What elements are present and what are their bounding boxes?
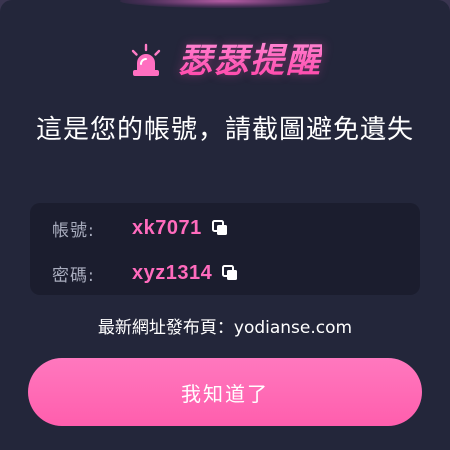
dialog-title: 瑟瑟提醒 <box>178 41 322 81</box>
dialog-header: 瑟瑟提醒 <box>0 40 450 82</box>
password-label: 密碼: <box>52 265 95 286</box>
username-value: xk7071 <box>132 216 202 239</box>
siren-icon <box>131 43 161 76</box>
username-label: 帳號: <box>52 220 95 241</box>
password-row: 密碼: xyz1314 <box>52 260 238 286</box>
screenshot-reminder-message: 這是您的帳號，請截圖避免遺失 <box>35 115 414 145</box>
confirm-button[interactable]: 我知道了 <box>28 358 422 426</box>
latest-site-label: 最新網址發布頁： <box>97 318 234 338</box>
latest-site-line: 最新網址發布頁：yodianse.com <box>0 315 450 341</box>
account-reminder-dialog: 瑟瑟提醒 這是您的帳號，請截圖避免遺失 帳號: xk7071 密碼: xyz13… <box>0 0 450 450</box>
username-row: 帳號: xk7071 <box>52 215 228 241</box>
latest-site-url: yodianse.com <box>233 318 353 338</box>
copy-password-icon[interactable] <box>222 265 238 281</box>
account-info-panel: 帳號: xk7071 密碼: xyz1314 <box>30 203 420 295</box>
copy-username-icon[interactable] <box>211 220 228 236</box>
password-value: xyz1314 <box>132 261 213 284</box>
top-glow <box>120 0 330 8</box>
